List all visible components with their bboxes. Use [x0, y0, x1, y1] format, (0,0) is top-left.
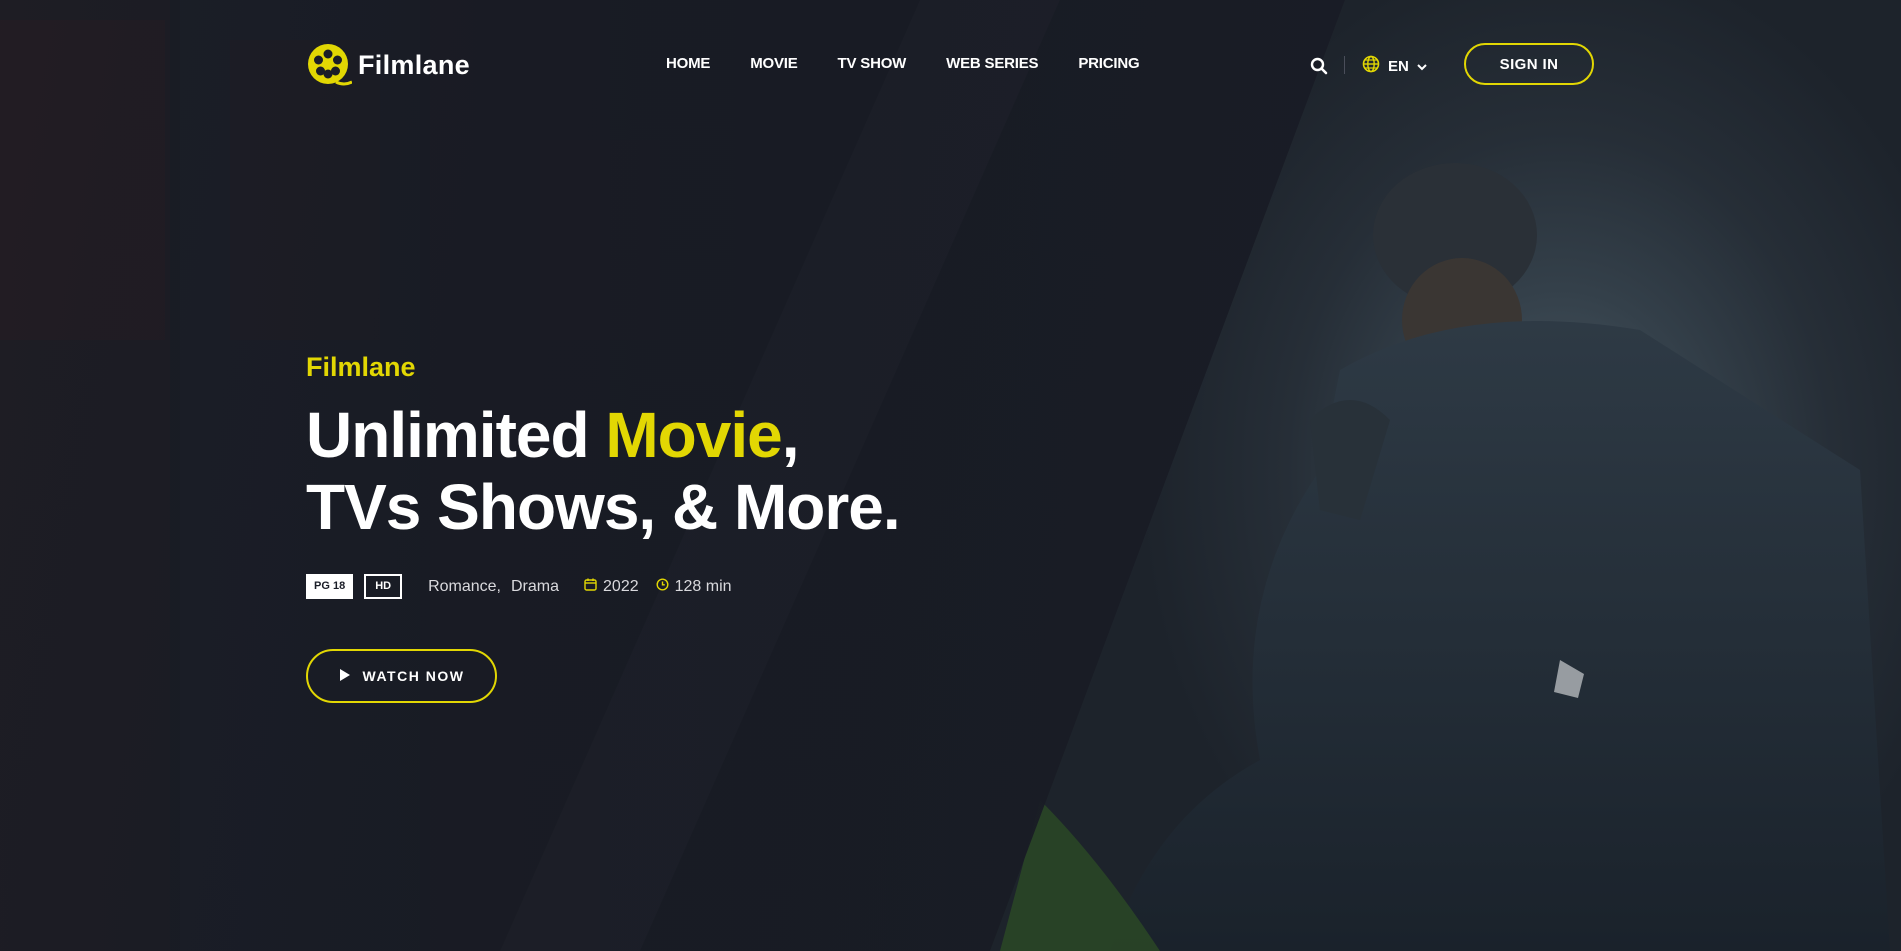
nav-movie[interactable]: MOVIE [750, 54, 798, 74]
runtime-value: 128 min [674, 577, 732, 595]
quality-badge: HD [364, 574, 403, 599]
hero-title-accent: Movie [605, 399, 782, 471]
year-value: 2022 [603, 577, 639, 595]
hero-title-comma: , [781, 399, 800, 471]
watch-now-label: WATCH NOW [362, 668, 465, 684]
hero-title-text: Unlimited [306, 399, 606, 471]
genre-list: Romance, Drama [428, 578, 559, 596]
clock-icon [656, 577, 669, 596]
nav-tv-show[interactable]: TV SHOW [838, 54, 907, 74]
play-icon [339, 668, 351, 685]
genre-link[interactable]: Drama [511, 578, 559, 596]
hero-title: Unlimited Movie, TVs Shows, & More. [306, 399, 901, 543]
hero-subtitle: Filmlane [306, 352, 416, 382]
main-nav: HOME MOVIE TV SHOW WEB SERIES PRICING [666, 54, 1179, 74]
release-year: 2022 [584, 578, 639, 596]
watch-now-button[interactable]: WATCH NOW [306, 649, 497, 703]
search-icon[interactable] [1310, 57, 1328, 75]
calendar-icon [584, 578, 597, 596]
globe-icon [1362, 55, 1380, 78]
chevron-down-icon [1417, 58, 1427, 76]
genre-link[interactable]: Romance, [428, 578, 501, 596]
language-label: EN [1388, 58, 1409, 75]
sign-in-button[interactable]: SIGN IN [1464, 43, 1594, 85]
hero-title-line2: TVs Shows, & More. [306, 471, 901, 543]
header-divider [1344, 56, 1345, 74]
nav-web-series[interactable]: WEB SERIES [946, 54, 1038, 74]
language-selector[interactable]: EN [1362, 55, 1427, 78]
brand-name: Filmlane [358, 49, 470, 80]
nav-pricing[interactable]: PRICING [1078, 54, 1139, 74]
site-header: Filmlane HOME MOVIE TV SHOW WEB SERIES P… [0, 0, 1901, 131]
brand-logo[interactable]: Filmlane [306, 42, 470, 88]
runtime: 128 min [656, 578, 732, 596]
film-reel-icon [306, 42, 353, 88]
movie-meta: PG 18 HD Romance, Drama 2022 128 min [306, 574, 749, 599]
rating-badge: PG 18 [306, 574, 354, 599]
nav-home[interactable]: HOME [666, 54, 710, 74]
